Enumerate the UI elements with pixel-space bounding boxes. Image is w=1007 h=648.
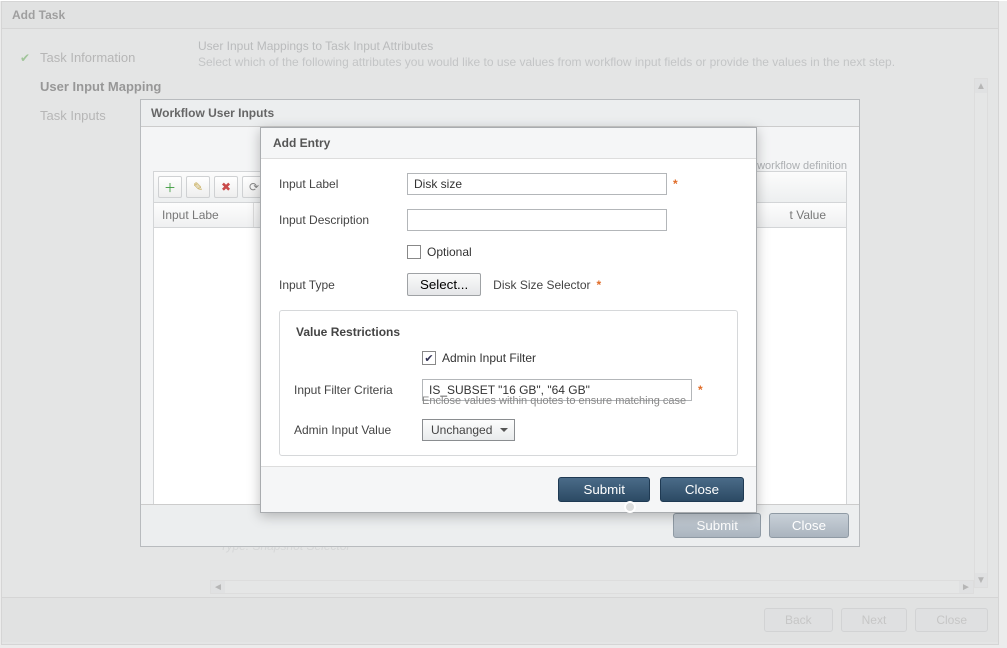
- row-admin-value: Admin Input Value Unchanged: [294, 419, 723, 441]
- col-input-label: Input Labe: [154, 203, 254, 227]
- scroll-up-icon[interactable]: ▲: [975, 79, 987, 93]
- label-input-label: Input Label: [279, 177, 407, 191]
- admin-filter-checkbox[interactable]: [422, 351, 436, 365]
- step-label: User Input Mapping: [40, 79, 161, 94]
- add-button[interactable]: ＋: [158, 176, 182, 198]
- step-label: Task Information: [40, 50, 135, 65]
- back-button[interactable]: Back: [764, 608, 833, 632]
- label-admin-value: Admin Input Value: [294, 423, 422, 437]
- vertical-scrollbar[interactable]: ▲ ▼: [974, 78, 988, 588]
- row-input-desc: Input Description: [279, 209, 738, 231]
- select-type-button[interactable]: Select...: [407, 273, 481, 296]
- criteria-hint: Enclose values within quotes to ensure m…: [422, 395, 723, 407]
- label-filter-criteria: Input Filter Criteria: [294, 383, 422, 397]
- dialog-title: Add Entry: [261, 128, 756, 159]
- scroll-left-icon[interactable]: ◄: [211, 581, 225, 593]
- value-restrictions-legend: Value Restrictions: [290, 325, 406, 339]
- wizard-title: Add Task: [2, 2, 998, 29]
- add-entry-dialog: Add Entry Input Label * Input Descriptio…: [260, 127, 757, 513]
- dialog-footer: Submit Close: [261, 466, 756, 512]
- submit-button[interactable]: Submit: [673, 513, 760, 538]
- delete-button[interactable]: ✖: [214, 176, 238, 198]
- close-button[interactable]: Close: [769, 513, 849, 538]
- admin-filter-label: Admin Input Filter: [442, 351, 536, 365]
- submit-button[interactable]: Submit: [558, 477, 649, 502]
- label-input-type: Input Type: [279, 278, 407, 292]
- horizontal-scrollbar[interactable]: ◄ ►: [210, 580, 974, 594]
- row-input-type: Input Type Select... Disk Size Selector …: [279, 273, 738, 296]
- close-button[interactable]: Close: [660, 477, 744, 502]
- value-restrictions-fieldset: Value Restrictions Admin Input Filter In…: [279, 310, 738, 456]
- input-desc-field[interactable]: [407, 209, 667, 231]
- content-hint-sub: Select which of the following attributes…: [198, 55, 988, 69]
- required-icon: *: [673, 177, 678, 191]
- scroll-down-icon[interactable]: ▼: [975, 573, 987, 587]
- row-input-label: Input Label *: [279, 173, 738, 195]
- dialog-title: Workflow User Inputs: [141, 100, 859, 127]
- required-icon: *: [597, 278, 602, 292]
- check-icon: ✔: [20, 51, 32, 65]
- content-hint-title: User Input Mappings to Task Input Attrib…: [198, 39, 988, 53]
- step-label: Task Inputs: [40, 108, 106, 123]
- dialog-body: Input Label * Input Description Optional…: [261, 159, 756, 466]
- input-label-field[interactable]: [407, 173, 667, 195]
- step-task-information[interactable]: ✔ Task Information: [20, 43, 184, 72]
- close-button[interactable]: Close: [915, 608, 988, 632]
- type-text: Disk Size Selector: [493, 278, 590, 292]
- required-icon: *: [698, 383, 703, 397]
- label-input-desc: Input Description: [279, 213, 407, 227]
- edit-button[interactable]: ✎: [186, 176, 210, 198]
- step-user-input-mapping[interactable]: ✔User Input Mapping: [20, 72, 184, 101]
- row-admin-filter: Admin Input Filter: [294, 351, 723, 365]
- row-optional: Optional: [279, 245, 738, 259]
- admin-value-text: Unchanged: [431, 423, 492, 437]
- wizard-buttons: Back Next Close: [2, 597, 998, 642]
- workflow-definition-hint: e workflow definition: [748, 160, 847, 172]
- next-button[interactable]: Next: [841, 608, 908, 632]
- optional-checkbox[interactable]: [407, 245, 421, 259]
- admin-value-dropdown[interactable]: Unchanged: [422, 419, 515, 441]
- scroll-right-icon[interactable]: ►: [959, 581, 973, 593]
- optional-label: Optional: [427, 245, 472, 259]
